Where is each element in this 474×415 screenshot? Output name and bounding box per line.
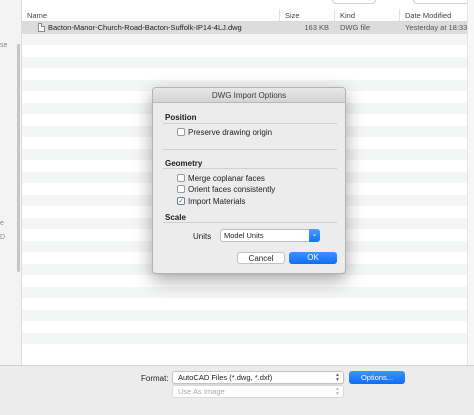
preserve-origin-checkbox[interactable] — [177, 128, 185, 136]
empty-row — [22, 321, 474, 333]
empty-row — [22, 68, 474, 80]
empty-row — [22, 56, 474, 68]
dwg-import-options-dialog: DWG Import Options Position Preserve dra… — [152, 87, 346, 274]
empty-row — [22, 344, 474, 356]
column-date-modified[interactable]: Date Modified — [400, 9, 474, 21]
import-materials-label: Import Materials — [188, 196, 246, 206]
units-label: Units — [193, 232, 212, 241]
import-materials-option[interactable]: ✓ Import Materials — [177, 196, 245, 206]
file-row[interactable]: Bacton-Manor-Church-Road-Bacton-Suffolk-… — [22, 22, 474, 34]
preserve-origin-option[interactable]: Preserve drawing origin — [177, 127, 272, 137]
orient-faces-option[interactable]: Orient faces consistently — [177, 184, 275, 194]
empty-row — [22, 298, 474, 310]
import-materials-checkbox[interactable]: ✓ — [177, 197, 185, 205]
empty-row — [22, 309, 474, 321]
format-label: Format: — [141, 374, 169, 383]
column-kind[interactable]: Kind — [335, 9, 400, 21]
empty-row — [22, 286, 474, 298]
updown-chevron-icon: ▲ ▼ — [335, 372, 340, 383]
column-size[interactable]: Size — [280, 9, 335, 21]
units-select[interactable]: Model Units ⌄ — [220, 229, 320, 242]
file-name-cell: Bacton-Manor-Church-Road-Bacton-Suffolk-… — [22, 22, 280, 34]
units-select-value: Model Units — [224, 231, 264, 240]
use-as-select: Use As Image ▲ ▼ — [172, 385, 344, 398]
use-as-select-value: Use As Image — [178, 387, 225, 396]
divider — [163, 123, 337, 124]
section-position: Position — [165, 113, 197, 122]
dialog-title: DWG Import Options — [153, 88, 345, 103]
column-header: Name Size Kind Date Modified — [22, 9, 474, 22]
chevron-down-icon: ⌄ — [309, 229, 320, 242]
file-name: Bacton-Manor-Church-Road-Bacton-Suffolk-… — [48, 23, 242, 32]
section-scale: Scale — [165, 213, 186, 222]
sidebar-item-fragment[interactable]: se — [0, 42, 7, 49]
file-size: 163 KB — [304, 23, 329, 32]
divider — [163, 149, 337, 150]
sidebar-item-fragment[interactable]: D — [0, 234, 5, 241]
list-scrollbar[interactable] — [467, 0, 474, 365]
empty-row — [22, 332, 474, 344]
file-date: Yesterday at 18:33 — [405, 23, 468, 32]
sidebar: se e D — [0, 0, 22, 365]
orient-faces-checkbox[interactable] — [177, 185, 185, 193]
empty-row — [22, 33, 474, 45]
toolbar-field-fragment[interactable] — [332, 0, 376, 4]
orient-faces-label: Orient faces consistently — [188, 184, 276, 194]
sidebar-item-fragment[interactable]: e — [0, 220, 4, 227]
document-icon — [38, 23, 45, 32]
options-button[interactable]: Options... — [349, 371, 405, 384]
preserve-origin-label: Preserve drawing origin — [188, 127, 273, 137]
divider — [163, 222, 337, 223]
cancel-button[interactable]: Cancel — [237, 252, 285, 264]
updown-chevron-icon: ▲ ▼ — [335, 386, 340, 397]
merge-coplanar-checkbox[interactable] — [177, 174, 185, 182]
empty-row — [22, 45, 474, 57]
file-kind: DWG file — [340, 23, 370, 32]
merge-coplanar-label: Merge coplanar faces — [188, 173, 265, 183]
format-select-value: AutoCAD Files (*.dwg, *.dxf) — [178, 373, 273, 382]
empty-row — [22, 275, 474, 287]
format-select[interactable]: AutoCAD Files (*.dwg, *.dxf) ▲ ▼ — [172, 371, 344, 384]
search-field-fragment[interactable] — [413, 0, 473, 4]
bottom-bar: Format: AutoCAD Files (*.dwg, *.dxf) ▲ ▼ … — [0, 365, 474, 415]
divider — [163, 168, 337, 169]
column-name[interactable]: Name — [22, 9, 280, 21]
merge-coplanar-option[interactable]: Merge coplanar faces — [177, 173, 265, 183]
section-geometry: Geometry — [165, 159, 203, 168]
sidebar-scrollbar[interactable] — [17, 44, 20, 272]
ok-button[interactable]: OK — [289, 252, 337, 264]
